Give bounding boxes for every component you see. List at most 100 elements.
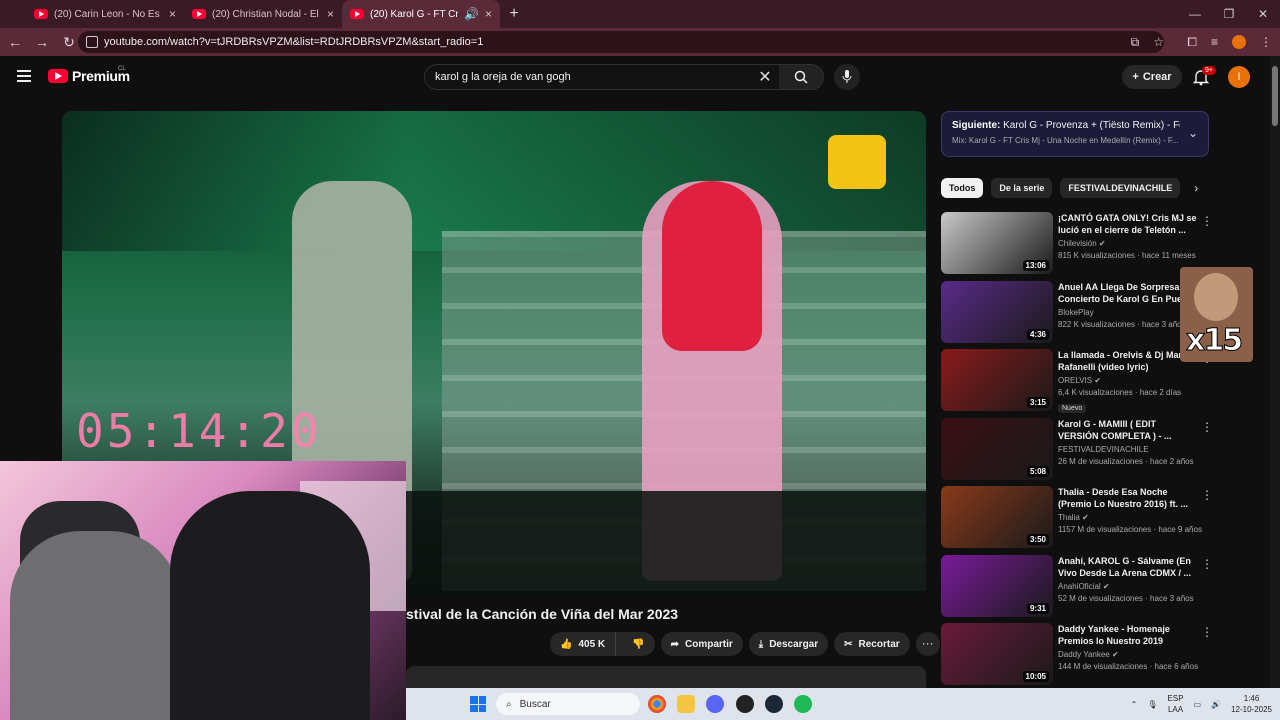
description-box[interactable] — [406, 666, 926, 688]
taskbar-search[interactable]: ⌕ Buscar — [496, 693, 640, 715]
new-tab-button[interactable]: + — [500, 5, 528, 23]
more-actions-button[interactable]: ··· — [915, 632, 940, 656]
video-info: La llamada - Orelvis & Dj Marco Rafanell… — [1058, 349, 1198, 415]
create-button[interactable]: + Crear — [1122, 65, 1182, 89]
voice-search-button[interactable] — [834, 64, 860, 90]
channel-name[interactable]: Thalia ✔ — [1058, 513, 1198, 522]
video-title[interactable]: ¡CANTÓ GATA ONLY! Cris MJ se lució en el… — [1058, 212, 1198, 236]
browser-tab[interactable]: (20) Carin Leon - No Es Por Acá × — [26, 0, 184, 28]
profile-icon[interactable] — [1232, 35, 1246, 49]
site-info-icon[interactable] — [86, 36, 98, 48]
chevron-right-icon[interactable]: › — [1194, 181, 1198, 195]
video-title[interactable]: Karol G - MAMIII ( EDIT VERSIÓN COMPLETA… — [1058, 418, 1198, 442]
verified-icon: ✔ — [1111, 650, 1119, 659]
bookmark-star-icon[interactable]: ☆ — [1153, 35, 1164, 49]
more-options-icon[interactable]: ⋮ — [1201, 557, 1213, 571]
dislike-button[interactable]: 👎 — [622, 639, 654, 650]
media-controls-icon[interactable]: ≡ — [1211, 35, 1218, 49]
steam-icon[interactable] — [765, 695, 783, 713]
volume-icon[interactable]: 🔊 — [1211, 700, 1221, 709]
video-thumbnail[interactable]: 13:06 — [941, 212, 1053, 274]
channel-name[interactable]: Chilevisión ✔ — [1058, 239, 1198, 248]
chrome-icon[interactable] — [648, 695, 666, 713]
video-title[interactable]: Thalia - Desde Esa Noche (Premio Lo Nues… — [1058, 486, 1198, 510]
search-button[interactable] — [779, 65, 823, 89]
forward-icon[interactable]: → — [30, 34, 54, 50]
recommendation-item[interactable]: 10:05 Daddy Yankee - Homenaje Premios lo … — [941, 623, 1213, 685]
chip-all[interactable]: Todos — [941, 178, 984, 198]
share-button[interactable]: ➦ Compartir — [660, 632, 743, 656]
recommendation-item[interactable]: 5:08 Karol G - MAMIII ( EDIT VERSIÓN COMP… — [941, 417, 1213, 480]
monitor-icon[interactable]: ▭ — [1194, 700, 1202, 709]
discord-icon[interactable] — [706, 695, 724, 713]
close-window-icon[interactable]: ✕ — [1246, 0, 1280, 28]
restore-icon[interactable]: ❐ — [1212, 0, 1246, 28]
close-tab-icon[interactable]: × — [485, 7, 492, 21]
speaker-icon[interactable]: 🔊 — [464, 7, 479, 21]
channel-name[interactable]: FESTIVALDEVINACHILE — [1058, 445, 1198, 454]
channel-name[interactable]: ORELVIS ✔ — [1058, 376, 1198, 385]
channel-name[interactable]: AnahiOficial ✔ — [1058, 582, 1198, 591]
browser-tab[interactable]: (20) Christian Nodal - El Amigo × — [184, 0, 342, 28]
chevron-down-icon[interactable]: ⌄ — [1188, 126, 1198, 140]
chip-series[interactable]: De la serie — [991, 178, 1053, 198]
clip-button[interactable]: ✂ Recortar — [834, 632, 910, 656]
spotify-icon[interactable] — [794, 695, 812, 713]
browser-menu-icon[interactable]: ⋮ — [1260, 35, 1272, 49]
close-tab-icon[interactable]: × — [327, 7, 334, 21]
more-options-icon[interactable]: ⋮ — [1201, 420, 1213, 434]
microphone-icon[interactable]: 🎙 — [1147, 700, 1157, 709]
more-options-icon[interactable]: ⋮ — [1201, 625, 1213, 639]
address-bar-row: ← → ↻ youtube.com/watch?v=tJRDBRsVPZM&li… — [0, 28, 1280, 56]
video-thumbnail[interactable]: 4:36 — [941, 280, 1053, 343]
video-thumbnail[interactable]: 3:50 — [941, 486, 1053, 548]
more-options-icon[interactable]: ⋮ — [1201, 214, 1213, 228]
video-thumbnail[interactable]: 5:08 — [941, 417, 1053, 480]
search-input[interactable]: karol g la oreja de van gogh — [425, 71, 751, 83]
youtube-premium-logo[interactable]: Premium CL — [48, 66, 130, 84]
close-tab-icon[interactable]: × — [169, 7, 176, 21]
recommendation-item[interactable]: 4:36 Anuel AA Llega De Sorpresa A Concier… — [941, 280, 1213, 343]
more-options-icon[interactable]: ⋮ — [1201, 488, 1213, 502]
back-icon[interactable]: ← — [3, 34, 27, 50]
recommendation-item[interactable]: 3:50 Thalia - Desde Esa Noche (Premio Lo … — [941, 486, 1213, 548]
recommendation-item[interactable]: 3:15 La llamada - Orelvis & Dj Marco Rafa… — [941, 349, 1213, 413]
recommendation-item[interactable]: 9:31 Anahí, KAROL G - Sálvame (En Vivo De… — [941, 554, 1213, 617]
extensions-icon[interactable]: ⧠ — [1187, 35, 1197, 50]
minimize-icon[interactable]: — — [1178, 0, 1212, 28]
youtube-play-icon — [48, 69, 68, 83]
windows-start-icon[interactable] — [470, 696, 486, 712]
video-title[interactable]: Anuel AA Llega De Sorpresa A Concierto D… — [1058, 281, 1198, 305]
language-indicator[interactable]: ESP LAA — [1168, 693, 1184, 715]
file-explorer-icon[interactable] — [677, 695, 695, 713]
video-title[interactable]: Anahí, KAROL G - Sálvame (En Vivo Desde … — [1058, 555, 1198, 579]
download-button[interactable]: ⤓ Descargar — [748, 632, 829, 656]
recommendation-item[interactable]: 13:06 ¡CANTÓ GATA ONLY! Cris MJ se lució … — [941, 212, 1213, 274]
channel-name[interactable]: Daddy Yankee ✔ — [1058, 650, 1198, 659]
account-avatar[interactable]: I — [1228, 66, 1250, 88]
video-title[interactable]: Daddy Yankee - Homenaje Premios lo Nuest… — [1058, 623, 1198, 647]
video-thumbnail[interactable]: 3:15 — [941, 349, 1053, 411]
search-icon: ⌕ — [506, 698, 512, 710]
video-thumbnail[interactable]: 9:31 — [941, 554, 1053, 617]
url-field[interactable]: youtube.com/watch?v=tJRDBRsVPZM&list=RDt… — [78, 31, 1164, 53]
search-box[interactable]: karol g la oreja de van gogh ✕ — [424, 64, 824, 90]
up-next-panel[interactable]: Siguiente: Karol G - Provenza + (Tiësto … — [941, 111, 1209, 157]
video-title: stival de la Canción de Viña del Mar 202… — [406, 606, 679, 622]
obs-icon[interactable] — [736, 695, 754, 713]
clear-search-icon[interactable]: ✕ — [751, 67, 779, 87]
clock[interactable]: 1:46 12-10-2025 — [1231, 693, 1272, 715]
page-scrollbar[interactable] — [1270, 56, 1280, 688]
like-count: 405 K — [578, 638, 606, 650]
chip-channel[interactable]: FESTIVALDEVINACHILE — [1060, 178, 1181, 198]
video-thumbnail[interactable]: 10:05 — [941, 623, 1053, 685]
cast-icon[interactable]: ⧉ — [1131, 35, 1140, 50]
chevron-up-icon[interactable]: ⌃ — [1131, 700, 1138, 709]
menu-icon[interactable] — [17, 70, 31, 85]
scrollbar-thumb[interactable] — [1272, 66, 1278, 126]
browser-tab-active[interactable]: (20) Karol G - FT Cris Mj - U 🔊 × — [342, 0, 500, 28]
channel-name[interactable]: BlokePlay — [1058, 308, 1198, 317]
channel-watermark-logo — [828, 135, 886, 189]
video-title[interactable]: La llamada - Orelvis & Dj Marco Rafanell… — [1058, 349, 1198, 373]
like-button[interactable]: 👍 405 K — [550, 632, 617, 656]
